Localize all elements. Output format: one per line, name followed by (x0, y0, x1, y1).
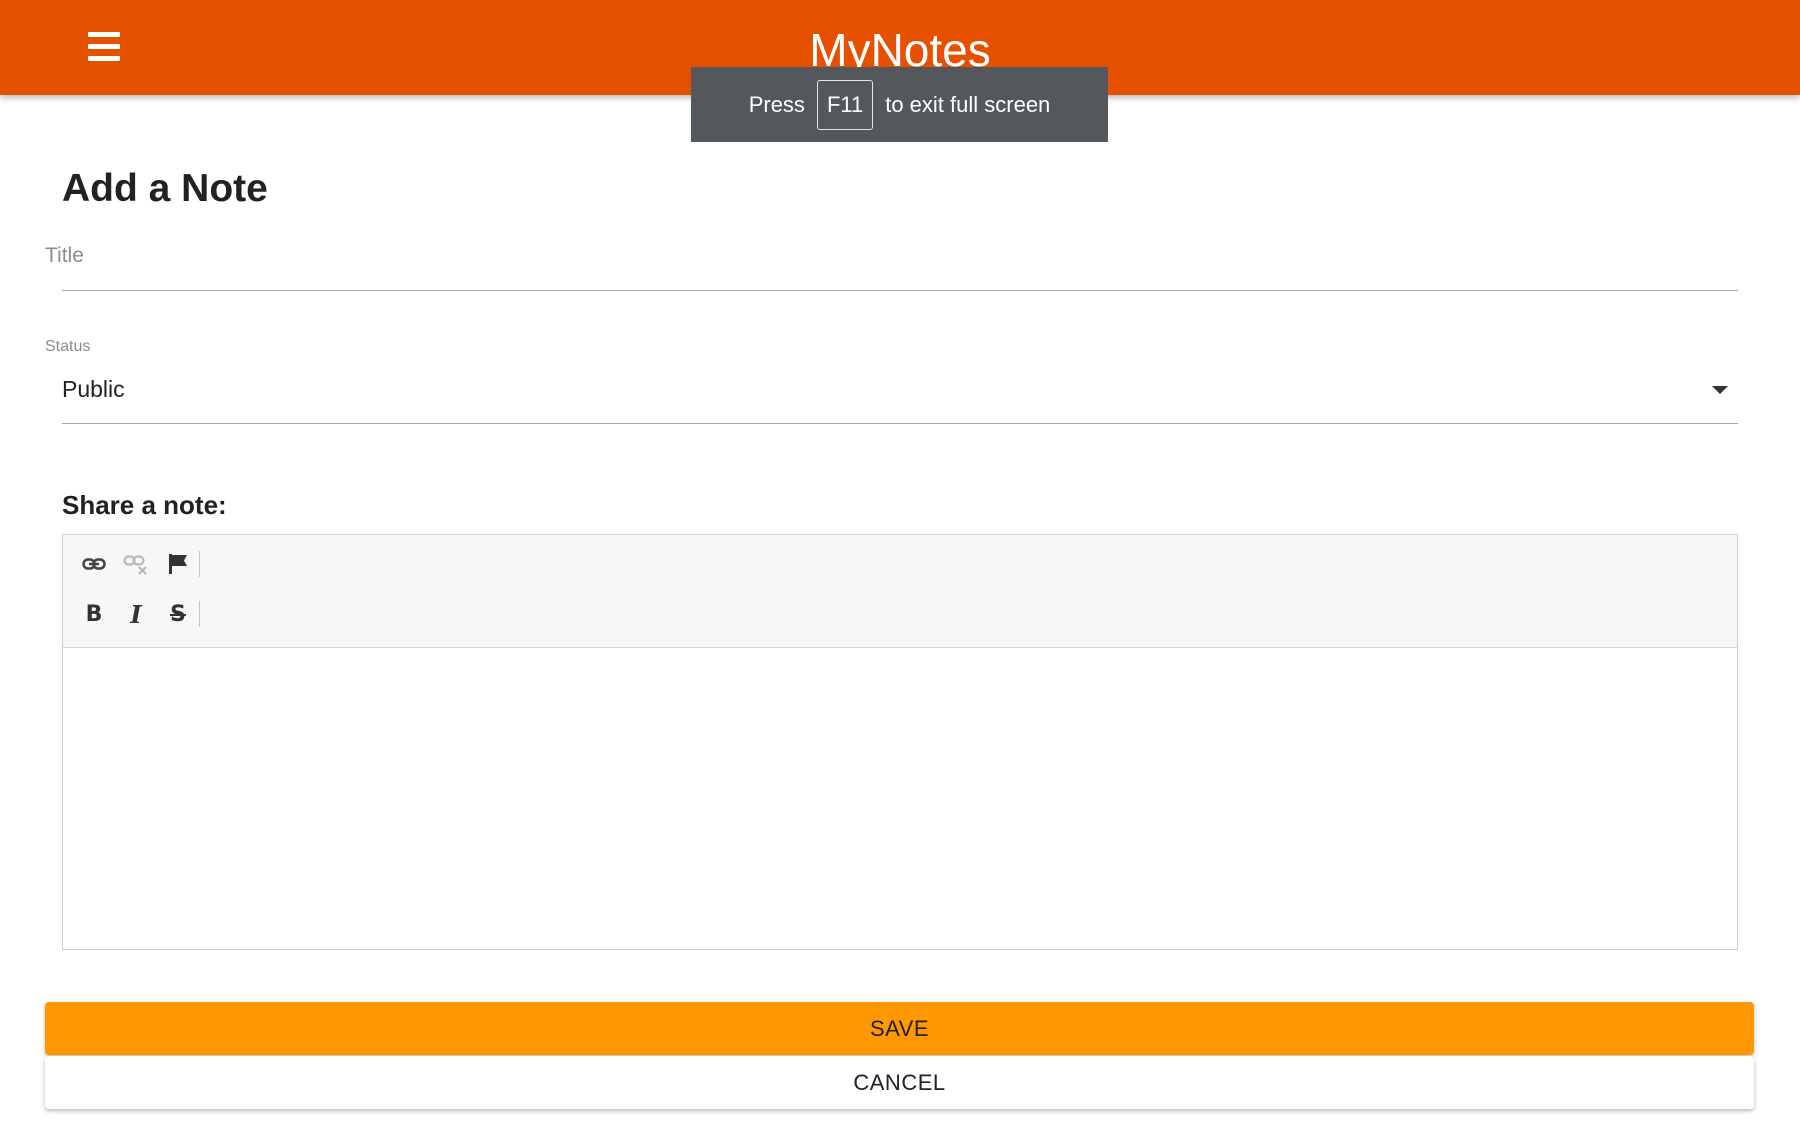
toolbar-separator (199, 551, 200, 577)
fullscreen-toast: Press F11 to exit full screen (691, 67, 1108, 142)
bold-glyph: B (85, 601, 103, 627)
save-button[interactable]: SAVE (45, 1002, 1754, 1055)
title-input[interactable] (62, 240, 1738, 291)
unlink-icon[interactable] (119, 549, 153, 579)
rich-text-editor: B I S (62, 534, 1738, 950)
strike-glyph: S (170, 601, 186, 627)
toolbar-row-format: B I S (77, 597, 200, 631)
toolbar-row-links (77, 547, 200, 581)
toolbar-separator (199, 601, 200, 627)
toast-suffix: to exit full screen (885, 91, 1051, 117)
cancel-button[interactable]: CANCEL (45, 1056, 1754, 1109)
toast-prefix: Press (748, 91, 805, 117)
italic-glyph: I (130, 599, 142, 629)
editor-toolbar: B I S (63, 535, 1737, 648)
share-note-label: Share a note: (62, 490, 227, 520)
toast-key: F11 (816, 79, 874, 130)
flag-icon[interactable] (161, 549, 195, 579)
status-selected-value: Public (62, 376, 125, 402)
editor-content-area[interactable] (63, 648, 1737, 948)
italic-icon[interactable]: I (119, 599, 153, 629)
status-select[interactable]: Public (62, 366, 1738, 424)
page-title: Add a Note (62, 167, 268, 210)
link-icon[interactable] (77, 549, 111, 579)
dropdown-caret-icon (1712, 386, 1728, 394)
strikethrough-icon[interactable]: S (161, 599, 195, 629)
bold-icon[interactable]: B (77, 599, 111, 629)
status-field-label: Status (45, 338, 91, 355)
